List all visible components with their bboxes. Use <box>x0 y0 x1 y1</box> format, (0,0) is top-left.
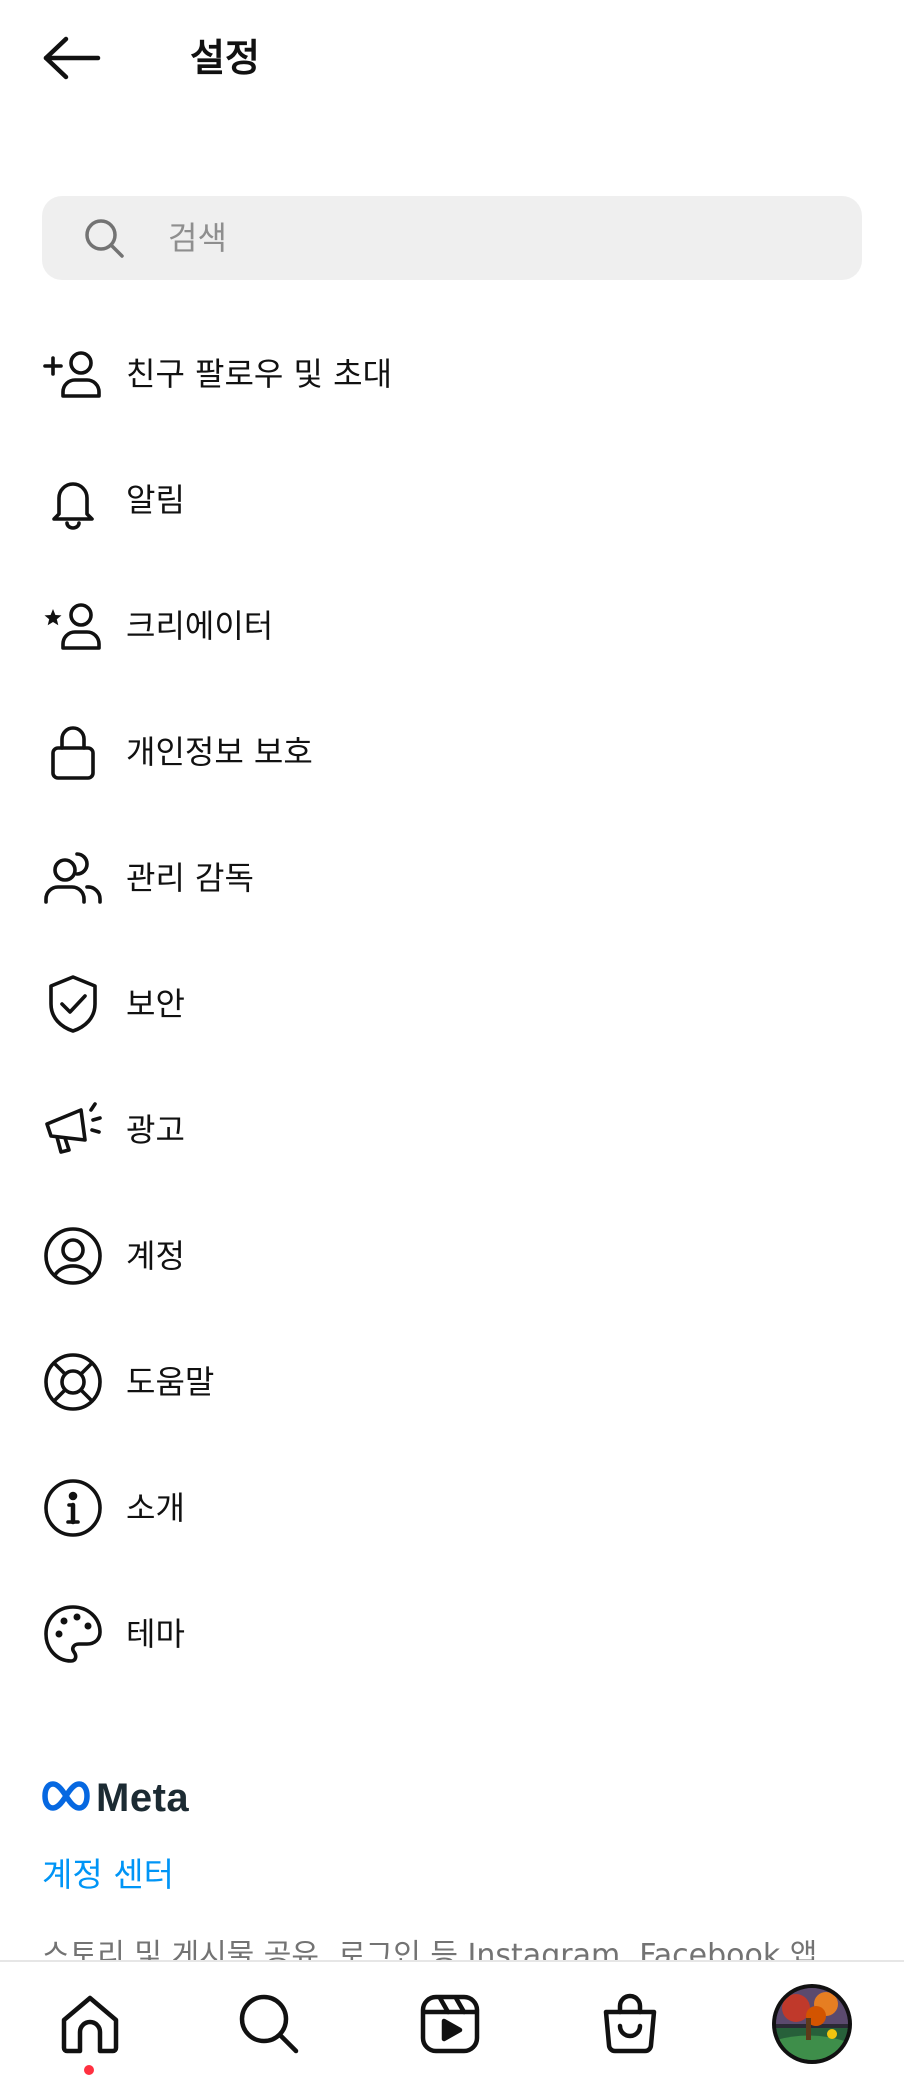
meta-logo: Meta <box>42 1770 189 1826</box>
menu-item-follow-invite-friends[interactable]: 친구 팔로우 및 초대 <box>0 311 904 437</box>
menu-item-security[interactable]: 보안 <box>0 941 904 1067</box>
nav-home-button[interactable] <box>40 1976 140 2076</box>
shop-bag-icon <box>598 1992 662 2060</box>
meta-wordmark: Meta <box>96 1775 190 1820</box>
menu-item-supervision[interactable]: 관리 감독 <box>0 815 904 941</box>
people-icon <box>42 847 104 909</box>
meta-infinity-icon <box>42 1780 90 1816</box>
search-input[interactable] <box>166 207 810 269</box>
search-icon <box>237 1992 301 2060</box>
home-notification-dot <box>84 2065 94 2075</box>
profile-avatar[interactable] <box>772 1984 852 2064</box>
palette-icon <box>42 1603 104 1665</box>
menu-item-label: 관리 감독 <box>126 859 254 897</box>
megaphone-icon <box>42 1099 104 1161</box>
menu-item-label: 테마 <box>126 1615 185 1653</box>
nav-reels-button[interactable] <box>400 1976 500 2076</box>
menu-item-help[interactable]: 도움말 <box>0 1319 904 1445</box>
shield-check-icon <box>42 973 104 1035</box>
menu-item-ads[interactable]: 광고 <box>0 1067 904 1193</box>
menu-item-privacy[interactable]: 개인정보 보호 <box>0 689 904 815</box>
menu-item-label: 소개 <box>126 1489 185 1527</box>
menu-item-label: 개인정보 보호 <box>126 733 313 771</box>
info-icon <box>42 1477 104 1539</box>
back-button[interactable] <box>36 28 108 92</box>
search-icon <box>82 216 126 260</box>
lifebuoy-icon <box>42 1351 104 1413</box>
bell-icon <box>42 469 104 531</box>
menu-item-theme[interactable]: 테마 <box>0 1571 904 1697</box>
search-bar[interactable] <box>42 196 862 280</box>
person-star-icon <box>42 595 104 657</box>
lock-icon <box>42 721 104 783</box>
menu-item-label: 도움말 <box>126 1363 215 1401</box>
bottom-navigation <box>0 1960 904 2094</box>
description-text: 스토리 및 게시물 공유, 로그인 등 Instagram, Facebook … <box>42 1938 818 1960</box>
account-center-link[interactable]: 계정 센터 <box>42 1852 174 1898</box>
arrow-left-icon <box>42 36 102 84</box>
nav-shop-button[interactable] <box>580 1976 680 2076</box>
menu-item-creator[interactable]: 크리에이터 <box>0 563 904 689</box>
header-bar: 설정 <box>0 0 904 120</box>
menu-item-notifications[interactable]: 알림 <box>0 437 904 563</box>
menu-item-label: 알림 <box>126 481 185 519</box>
reels-icon <box>418 1992 482 2060</box>
menu-item-label: 친구 팔로우 및 초대 <box>126 355 393 393</box>
menu-item-label: 광고 <box>126 1111 185 1149</box>
home-icon <box>58 1992 122 2060</box>
person-add-icon <box>42 343 104 405</box>
page-title: 설정 <box>190 36 260 80</box>
menu-item-account[interactable]: 계정 <box>0 1193 904 1319</box>
menu-item-label: 보안 <box>126 985 185 1023</box>
menu-item-label: 계정 <box>126 1237 185 1275</box>
avatar-image <box>776 1988 848 2060</box>
settings-menu: 친구 팔로우 및 초대 알림 크리에이터 개인정보 보호 관리 감독 보안 광고… <box>0 311 904 1697</box>
nav-search-button[interactable] <box>219 1976 319 2076</box>
account-circle-icon <box>42 1225 104 1287</box>
menu-item-label: 크리에이터 <box>126 607 274 645</box>
account-center-description: 스토리 및 게시물 공유, 로그인 등 Instagram, Facebook … <box>0 1930 904 1960</box>
menu-item-about[interactable]: 소개 <box>0 1445 904 1571</box>
